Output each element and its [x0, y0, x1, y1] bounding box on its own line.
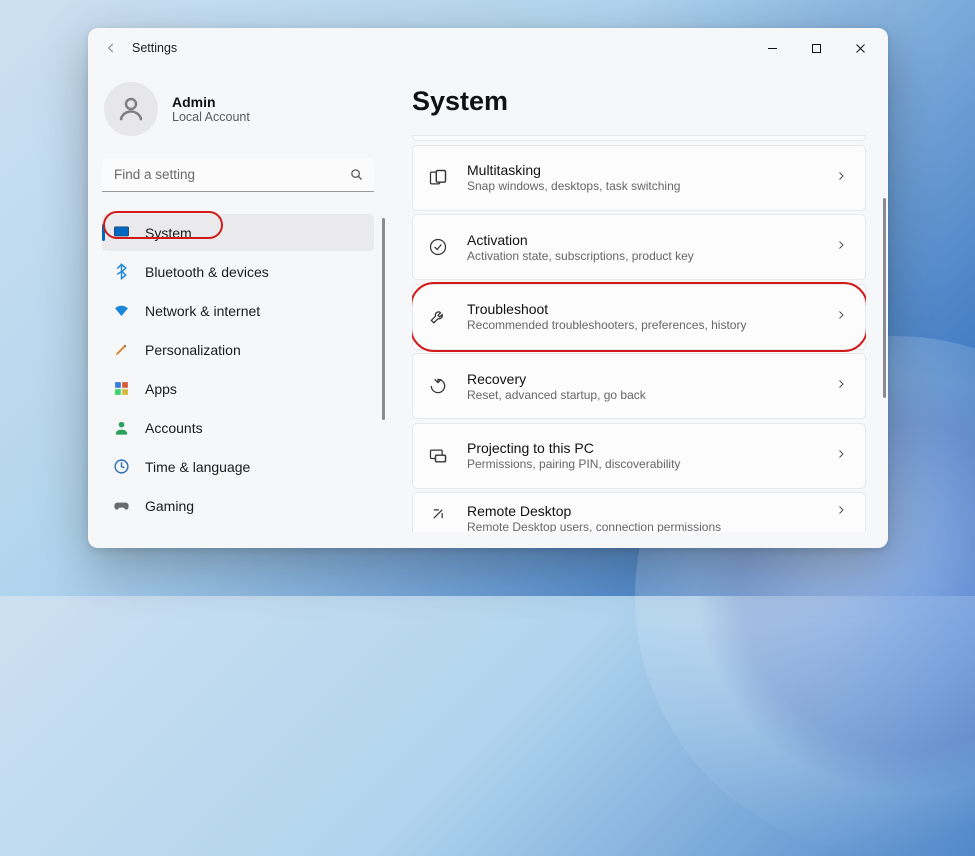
card-title: Projecting to this PC — [467, 440, 817, 456]
settings-cards: Multitasking Snap windows, desktops, tas… — [412, 135, 866, 532]
sidebar-item-label: System — [145, 225, 192, 241]
sidebar-item-label: Bluetooth & devices — [145, 264, 269, 280]
sidebar-item-personalization[interactable]: Personalization — [102, 331, 374, 368]
profile-sub: Local Account — [172, 110, 250, 124]
sidebar-scrollbar-thumb[interactable] — [382, 218, 386, 420]
sidebar-item-label: Time & language — [145, 459, 250, 475]
titlebar: Settings — [88, 28, 888, 68]
card-subtitle: Remote Desktop users, connection permiss… — [467, 520, 817, 532]
window-title: Settings — [132, 41, 177, 55]
search-icon — [349, 167, 364, 182]
nav-list: System Bluetooth & devices Network & int… — [102, 214, 374, 524]
main-scrollbar-thumb[interactable] — [883, 198, 887, 398]
main-content: System Multitasking Snap windows, deskto… — [386, 68, 888, 548]
settings-window: Settings Admin Local Account — [88, 28, 888, 548]
search-container — [102, 158, 374, 192]
card-title: Activation — [467, 232, 817, 248]
card-subtitle: Snap windows, desktops, task switching — [467, 179, 817, 193]
sidebar-item-apps[interactable]: Apps — [102, 370, 374, 407]
person-icon — [112, 419, 130, 437]
sidebar-item-time[interactable]: Time & language — [102, 448, 374, 485]
chevron-right-icon — [835, 169, 847, 187]
minimize-button[interactable] — [750, 31, 794, 65]
search-input[interactable] — [102, 158, 374, 192]
sidebar-item-gaming[interactable]: Gaming — [102, 487, 374, 524]
multitasking-icon — [427, 167, 449, 189]
card-title: Remote Desktop — [467, 503, 817, 519]
chevron-right-icon — [835, 238, 847, 256]
bluetooth-icon — [112, 263, 130, 281]
card-subtitle: Activation state, subscriptions, product… — [467, 249, 817, 263]
gamepad-icon — [112, 497, 130, 515]
sidebar-item-label: Apps — [145, 381, 177, 397]
card-recovery[interactable]: Recovery Reset, advanced startup, go bac… — [412, 353, 866, 419]
chevron-right-icon — [835, 377, 847, 395]
page-heading: System — [412, 86, 866, 117]
remote-icon — [427, 503, 449, 525]
recovery-icon — [427, 375, 449, 397]
sidebar-item-label: Network & internet — [145, 303, 260, 319]
profile-block[interactable]: Admin Local Account — [102, 68, 374, 156]
sidebar-item-bluetooth[interactable]: Bluetooth & devices — [102, 253, 374, 290]
projecting-icon — [427, 445, 449, 467]
sidebar-item-label: Personalization — [145, 342, 241, 358]
chevron-right-icon — [835, 503, 847, 521]
card-title: Multitasking — [467, 162, 817, 178]
card-subtitle: Permissions, pairing PIN, discoverabilit… — [467, 457, 817, 471]
display-icon — [112, 224, 130, 242]
chevron-right-icon — [835, 308, 847, 326]
maximize-button[interactable] — [794, 31, 838, 65]
sidebar: Admin Local Account System — [88, 68, 386, 548]
sidebar-item-network[interactable]: Network & internet — [102, 292, 374, 329]
close-button[interactable] — [838, 31, 882, 65]
card-multitasking[interactable]: Multitasking Snap windows, desktops, tas… — [412, 145, 866, 211]
card-cut-top — [412, 135, 866, 141]
card-subtitle: Reset, advanced startup, go back — [467, 388, 817, 402]
card-title: Recovery — [467, 371, 817, 387]
card-title: Troubleshoot — [467, 301, 817, 317]
sidebar-item-accounts[interactable]: Accounts — [102, 409, 374, 446]
profile-name: Admin — [172, 94, 250, 110]
card-projecting[interactable]: Projecting to this PC Permissions, pairi… — [412, 423, 866, 489]
sidebar-item-label: Gaming — [145, 498, 194, 514]
paintbrush-icon — [112, 341, 130, 359]
card-activation[interactable]: Activation Activation state, subscriptio… — [412, 214, 866, 280]
clock-globe-icon — [112, 458, 130, 476]
apps-icon — [112, 380, 130, 398]
card-troubleshoot[interactable]: Troubleshoot Recommended troubleshooters… — [412, 284, 866, 350]
back-button[interactable] — [94, 31, 128, 65]
card-remote[interactable]: Remote Desktop Remote Desktop users, con… — [412, 492, 866, 532]
wifi-icon — [112, 302, 130, 320]
chevron-right-icon — [835, 447, 847, 465]
card-subtitle: Recommended troubleshooters, preferences… — [467, 318, 817, 332]
sidebar-item-label: Accounts — [145, 420, 203, 436]
sidebar-item-system[interactable]: System — [102, 214, 374, 251]
wrench-icon — [427, 306, 449, 328]
activation-icon — [427, 236, 449, 258]
avatar — [104, 82, 158, 136]
